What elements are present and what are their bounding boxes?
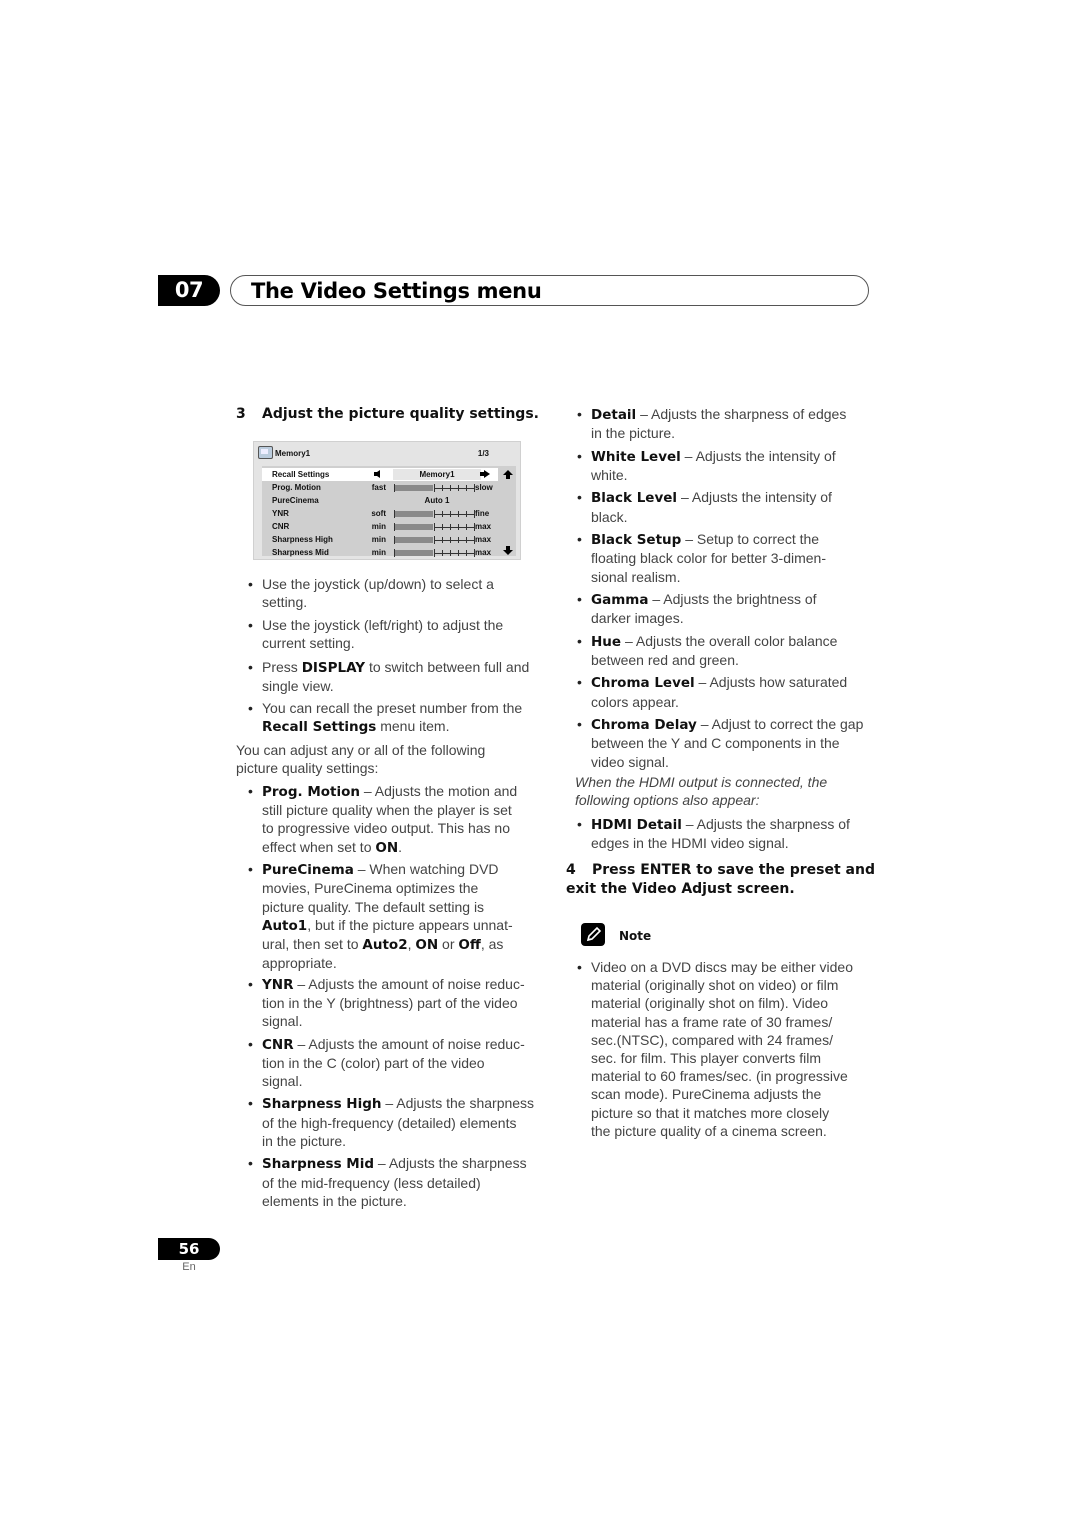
slider-handle[interactable]: [434, 549, 435, 557]
left-arrow-icon[interactable]: [374, 470, 380, 478]
osd-slider[interactable]: [394, 484, 475, 492]
setting-description: • Sharpness Mid – Adjusts the sharpness of…: [248, 1155, 527, 1209]
slider-max-label: max: [475, 522, 492, 531]
osd-row-label: Sharpness Mid: [272, 548, 329, 557]
osd-row[interactable]: CNR min max: [262, 520, 516, 533]
step-number: 3: [236, 406, 246, 422]
slider-min-label: soft: [371, 509, 386, 518]
setting-name: Chroma Level: [591, 675, 695, 692]
hdmi-note: When the HDMI output is connected, the f…: [575, 774, 828, 809]
setting-description: • Chroma Level – Adjusts how saturated col…: [577, 674, 848, 710]
setting-description: • Hue – Adjusts the overall color balance…: [577, 632, 838, 668]
setting-description: • Black Setup – Setup to correct the float…: [577, 531, 826, 585]
slider-max-label: slow: [475, 483, 493, 492]
osd-slider[interactable]: [394, 523, 475, 531]
language-code: En: [182, 1261, 196, 1273]
setting-name: Chroma Delay: [591, 717, 697, 734]
pencil-note-icon: [581, 923, 605, 946]
note-body: • Video on a DVD discs may be either vid…: [577, 959, 853, 1139]
setting-name: Black Setup: [591, 532, 682, 549]
step-4-heading: 4 Press ENTER to save the preset and exit…: [566, 862, 875, 897]
osd-row-label: CNR: [272, 522, 290, 531]
setting-name: HDMI Detail: [591, 817, 682, 833]
slider-fill: [395, 550, 433, 556]
osd-title: Memory1: [275, 449, 311, 458]
chapter-title: The Video Settings menu: [251, 279, 542, 303]
osd-header: Memory1 1/3: [254, 442, 520, 464]
instruction-bullet: • Press DISPLAY to switch between full a…: [248, 659, 530, 695]
setting-name: Hue: [591, 633, 622, 650]
setting-description: • Prog. Motion – Adjusts the motion and st…: [248, 783, 518, 856]
setting-name: Sharpness Mid: [262, 1156, 375, 1173]
osd-row-label: Recall Settings: [272, 470, 330, 479]
slider-handle[interactable]: [434, 523, 435, 531]
instruction-bullet: • Use the joystick (up/down) to select a…: [248, 576, 494, 611]
osd-row[interactable]: Prog. Motion fast slow: [262, 481, 516, 494]
osd-slider[interactable]: [394, 549, 475, 557]
setting-description: • PureCinema – When watching DVD movies, P…: [248, 861, 513, 972]
setting-description: • Chroma Delay – Adjust to correct the ga…: [577, 716, 864, 770]
osd-row[interactable]: YNR soft fine: [262, 507, 516, 520]
osd-row[interactable]: Sharpness High min max: [262, 533, 516, 546]
slider-min-label: min: [371, 522, 386, 531]
scroll-up-arrow-icon[interactable]: [503, 470, 513, 479]
slider-handle[interactable]: [434, 510, 435, 518]
osd-row[interactable]: PureCinema Auto 1: [262, 494, 516, 507]
setting-description: • White Level – Adjusts the intensity of w…: [577, 447, 836, 483]
osd-row-label: Prog. Motion: [272, 483, 321, 492]
display-button-label: DISPLAY: [301, 660, 366, 676]
instruction-bullet: • You can recall the preset number from …: [248, 700, 523, 736]
chapter-number: 07: [158, 275, 220, 306]
setting-description: • CNR – Adjusts the amount of noise reduc…: [248, 1035, 525, 1089]
slider-max-label: fine: [475, 509, 490, 518]
osd-settings-list: Recall Settings Memory1 Prog. Motion fast sl…: [262, 466, 516, 559]
setting-description: • YNR – Adjusts the amount of noise reduc…: [248, 975, 525, 1029]
setting-description: • Gamma – Adjusts the brightness of darker…: [577, 591, 817, 627]
disc-memory-icon: [258, 446, 273, 459]
osd-row-label: PureCinema: [272, 496, 319, 505]
osd-row[interactable]: Recall Settings Memory1: [262, 468, 498, 481]
setting-name: Sharpness High: [262, 1096, 382, 1113]
setting-description: • Sharpness High – Adjusts the sharpness o…: [248, 1095, 535, 1149]
setting-name: Black Level: [591, 490, 678, 507]
osd-row[interactable]: Sharpness Mid min max: [262, 546, 516, 559]
slider-min-label: min: [371, 535, 386, 544]
intro-paragraph: You can adjust any or all of the followi…: [236, 742, 486, 777]
setting-name: YNR: [262, 976, 294, 993]
osd-select-value[interactable]: Memory1: [393, 469, 481, 480]
step-text: Adjust the picture quality settings.: [262, 406, 539, 422]
page-number: 56: [158, 1238, 220, 1260]
slider-handle[interactable]: [434, 484, 435, 492]
slider-max-label: max: [475, 535, 492, 544]
setting-description: • HDMI Detail – Adjusts the sharpness of e…: [577, 816, 850, 852]
instruction-bullet: • Use the joystick (left/right) to adjus…: [248, 617, 504, 652]
slider-handle[interactable]: [434, 536, 435, 544]
setting-description: • Black Level – Adjusts the intensity of b…: [577, 489, 832, 525]
slider-fill: [395, 485, 433, 491]
note-label: Note: [619, 929, 652, 943]
setting-name: Gamma: [591, 592, 649, 608]
slider-fill: [395, 511, 433, 517]
slider-fill: [395, 537, 433, 543]
osd-slider[interactable]: [394, 536, 475, 544]
setting-name: CNR: [262, 1036, 294, 1053]
osd-page-indicator: 1/3: [477, 449, 489, 458]
osd-row-label: Sharpness High: [272, 535, 333, 544]
slider-min-label: min: [371, 548, 386, 557]
slider-fill: [395, 524, 433, 530]
slider-min-label: fast: [371, 483, 386, 492]
setting-name: PureCinema: [262, 862, 354, 879]
video-adjust-osd: Memory1 1/3 Recall Settings Memory1 Prog. …: [253, 441, 521, 560]
step-3-heading: 3 Adjust the picture quality settings.: [236, 405, 539, 424]
setting-name: White Level: [591, 448, 681, 465]
setting-name: Prog. Motion: [262, 784, 360, 800]
osd-text-value: Auto 1: [424, 496, 450, 505]
setting-name: Detail: [591, 407, 637, 423]
osd-slider[interactable]: [394, 510, 475, 518]
slider-max-label: max: [475, 548, 492, 557]
right-arrow-icon[interactable]: [480, 470, 490, 478]
osd-row-label: YNR: [272, 509, 289, 518]
setting-description: • Detail – Adjusts the sharpness of edges…: [577, 406, 847, 442]
